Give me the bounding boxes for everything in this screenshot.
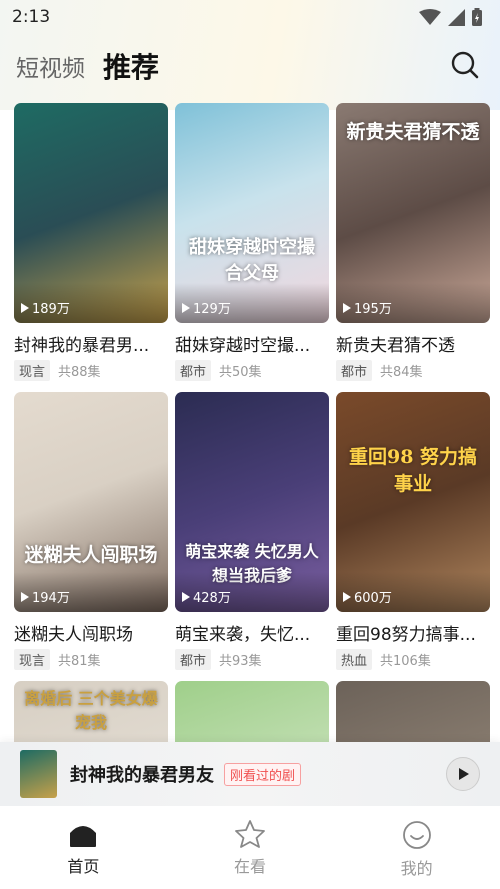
drama-meta: 都市 共50集 xyxy=(175,360,329,381)
drama-meta: 热血 共106集 xyxy=(336,649,490,670)
poster-title: 重回98 努力搞事业 xyxy=(348,446,478,495)
now-playing-play-button[interactable] xyxy=(446,757,480,791)
drama-meta: 都市 共93集 xyxy=(175,649,329,670)
status-icons xyxy=(419,8,482,26)
drama-title: 封神我的暴君男... xyxy=(14,336,150,356)
now-playing-thumbnail xyxy=(20,750,57,798)
play-icon xyxy=(459,768,469,780)
genre-tag: 热血 xyxy=(336,649,373,670)
tab-short-video[interactable]: 短视频 xyxy=(16,49,85,83)
drama-title: 迷糊夫人闯职场 xyxy=(14,625,133,645)
drama-card[interactable]: 萌宝来袭 失忆男人想当我后爹 428万 萌宝来袭，失忆... 都市 共93集 xyxy=(175,392,329,670)
genre-tag: 现言 xyxy=(14,649,51,670)
header: 短视频 推荐 xyxy=(0,42,500,90)
poster-title: 离婚后 三个美女爆宠我 xyxy=(24,689,158,732)
wifi-icon xyxy=(419,8,441,25)
smile-icon xyxy=(402,821,431,849)
episode-count: 共84集 xyxy=(380,365,423,380)
play-icon xyxy=(21,591,29,602)
drama-poster: 新贵夫君猜不透 195万 xyxy=(336,103,490,323)
drama-poster: 萌宝来袭 失忆男人想当我后爹 428万 xyxy=(175,392,329,612)
drama-card[interactable]: 甜妹穿越时空撮合父母 129万 甜妹穿越时空撮... 都市 共50集 xyxy=(175,103,329,381)
nav-watching[interactable]: 在看 xyxy=(167,806,334,889)
drama-poster: 甜妹穿越时空撮合父母 129万 xyxy=(175,103,329,323)
episode-count: 共88集 xyxy=(58,365,101,380)
drama-meta: 都市 共84集 xyxy=(336,360,490,381)
drama-card[interactable]: 重回98 努力搞事业 600万 重回98努力搞事... 热血 共106集 xyxy=(336,392,490,670)
nav-mine[interactable]: 我的 xyxy=(333,806,500,889)
now-playing-bar[interactable]: 封神我的暴君男友 刚看过的剧 xyxy=(0,742,500,806)
drama-card[interactable]: 189万 封神我的暴君男... 现言 共88集 xyxy=(14,103,168,381)
drama-meta: 现言 共81集 xyxy=(14,649,168,670)
drama-title: 甜妹穿越时空撮... xyxy=(175,336,311,356)
view-count: 428万 xyxy=(182,587,231,606)
battery-icon xyxy=(472,8,482,26)
genre-tag: 都市 xyxy=(175,360,212,381)
nav-watching-label: 在看 xyxy=(234,857,267,876)
poster-title: 新贵夫君猜不透 xyxy=(346,121,480,143)
poster-title: 甜妹穿越时空撮合父母 xyxy=(189,237,315,284)
search-button[interactable] xyxy=(450,50,480,80)
drama-card[interactable]: 迷糊夫人闯职场 194万 迷糊夫人闯职场 现言 共81集 xyxy=(14,392,168,670)
play-icon xyxy=(182,302,190,313)
play-icon xyxy=(343,302,351,313)
status-bar: 2:13 xyxy=(0,0,500,34)
view-count: 600万 xyxy=(343,587,392,606)
drama-title: 新贵夫君猜不透 xyxy=(336,336,455,356)
drama-title: 重回98努力搞事... xyxy=(336,625,476,645)
search-icon xyxy=(451,51,479,79)
nav-home-label: 首页 xyxy=(67,857,100,876)
drama-poster: 189万 xyxy=(14,103,168,323)
genre-tag: 都市 xyxy=(175,649,212,670)
drama-poster: 迷糊夫人闯职场 194万 xyxy=(14,392,168,612)
view-count: 129万 xyxy=(182,298,231,317)
nav-mine-label: 我的 xyxy=(400,859,433,878)
view-count: 189万 xyxy=(21,298,70,317)
now-playing-title: 封神我的暴君男友 xyxy=(70,765,214,786)
genre-tag: 都市 xyxy=(336,360,373,381)
bottom-nav: 首页 在看 我的 xyxy=(0,806,500,889)
drama-title: 萌宝来袭，失忆... xyxy=(175,625,311,645)
nav-home[interactable]: 首页 xyxy=(0,806,167,889)
episode-count: 共93集 xyxy=(219,654,262,669)
play-icon xyxy=(182,591,190,602)
signal-icon xyxy=(448,8,465,26)
episode-count: 共50集 xyxy=(219,365,262,380)
drama-poster: 重回98 努力搞事业 600万 xyxy=(336,392,490,612)
drama-meta: 现言 共88集 xyxy=(14,360,168,381)
poster-title: 迷糊夫人闯职场 xyxy=(24,544,158,566)
home-icon xyxy=(70,826,97,847)
episode-count: 共81集 xyxy=(58,654,101,669)
episode-count: 共106集 xyxy=(380,654,431,669)
recently-watched-badge: 刚看过的剧 xyxy=(224,762,302,786)
play-icon xyxy=(21,302,29,313)
tab-recommend[interactable]: 推荐 xyxy=(103,46,159,86)
genre-tag: 现言 xyxy=(14,360,51,381)
star-icon xyxy=(235,820,265,848)
status-time: 2:13 xyxy=(12,7,51,27)
play-icon xyxy=(343,591,351,602)
view-count: 194万 xyxy=(21,587,70,606)
view-count: 195万 xyxy=(343,298,392,317)
drama-card[interactable]: 新贵夫君猜不透 195万 新贵夫君猜不透 都市 共84集 xyxy=(336,103,490,381)
